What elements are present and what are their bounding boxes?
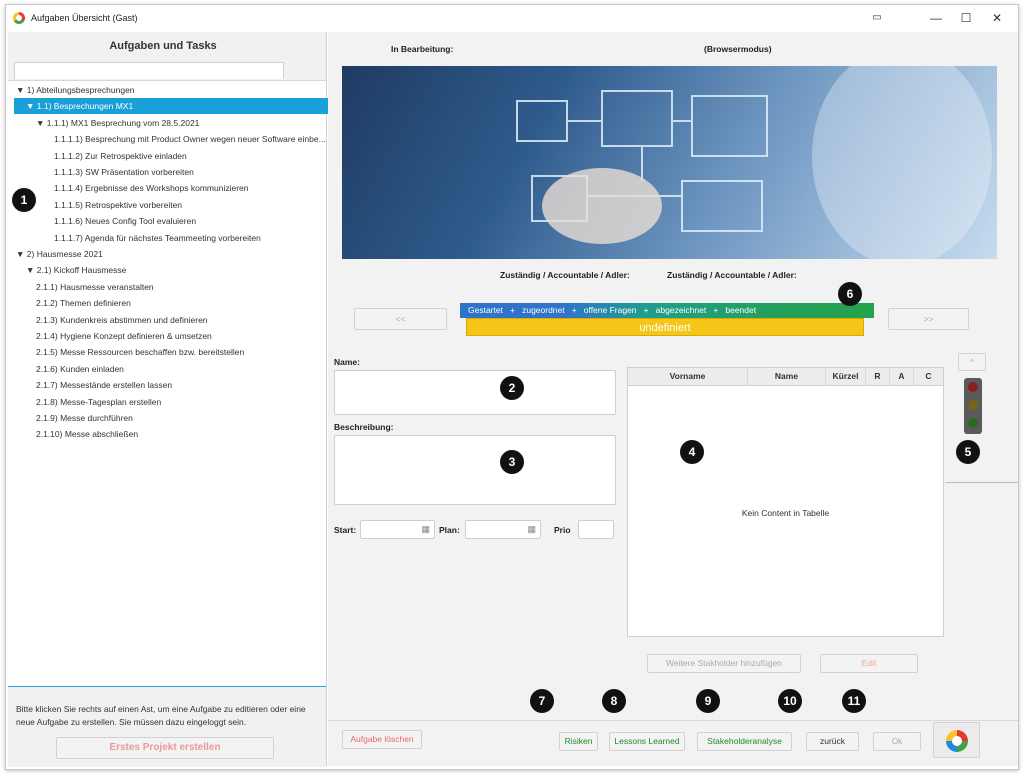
- callout-8: 8: [602, 689, 626, 713]
- tree-node[interactable]: 2.1.2) Themen definieren: [8, 295, 131, 311]
- app-logo-icon: [13, 12, 25, 24]
- status-steps: Gestartet + zugeordnet + offene Fragen +…: [460, 303, 874, 318]
- close-button[interactable]: ✕: [982, 9, 1012, 27]
- maximize-button[interactable]: ☐: [951, 9, 981, 27]
- tree-node[interactable]: 2.1.1) Hausmesse veranstalten: [8, 279, 154, 295]
- tree-node[interactable]: 2.1.6) Kunden einladen: [8, 361, 124, 377]
- tree-node[interactable]: ▼ 1.1.1) MX1 Besprechung vom 28.5.2021: [8, 115, 199, 131]
- header-banner-image: [342, 66, 997, 259]
- login-hint-text: Bitte klicken Sie rechts auf einen Ast, …: [16, 704, 306, 727]
- stakeholder-table-header: Vorname Name Kürzel R A C: [628, 368, 943, 386]
- callout-3: 3: [500, 450, 524, 474]
- tree-node[interactable]: ▼ 1) Abteilungsbesprechungen: [8, 82, 135, 98]
- red-lamp-icon: [968, 382, 978, 392]
- description-label: Beschreibung:: [334, 422, 394, 432]
- column-name[interactable]: Name: [748, 368, 826, 385]
- tree-node[interactable]: 1.1.1.2) Zur Retrospektive einladen: [8, 148, 187, 164]
- tree-node[interactable]: 1.1.1.4) Ergebnisse des Workshops kommun…: [8, 180, 249, 196]
- column-r[interactable]: R: [866, 368, 890, 385]
- description-field[interactable]: [334, 435, 616, 505]
- callout-7: 7: [530, 689, 554, 713]
- callout-11: 11: [842, 689, 866, 713]
- status-value: undefiniert: [466, 318, 864, 336]
- next-button[interactable]: >>: [888, 308, 969, 330]
- column-a[interactable]: A: [890, 368, 914, 385]
- tree-node[interactable]: ▼ 1.1) Besprechungen MX1: [14, 98, 336, 115]
- tree-node[interactable]: 2.1.10) Messe abschließen: [8, 426, 138, 442]
- previous-button[interactable]: <<: [354, 308, 447, 330]
- window-title: Aufgaben Übersicht (Gast): [31, 13, 138, 23]
- task-detail-panel: In Bearbeitung: (Browsermodus) Zuständig…: [328, 32, 1018, 766]
- callout-9: 9: [696, 689, 720, 713]
- plan-label: Plan:: [439, 525, 460, 535]
- tree-node[interactable]: 1.1.1.7) Agenda für nächstes Teammeeting…: [8, 230, 261, 246]
- back-button[interactable]: zurück: [806, 732, 859, 751]
- title-bar: Aufgaben Übersicht (Gast) ▭ — ☐ ✕: [6, 5, 1018, 31]
- tree-node[interactable]: 2.1.3) Kundenkreis abstimmen und definie…: [8, 312, 208, 328]
- logo-center: [952, 736, 962, 746]
- banner-illustration: [516, 66, 992, 259]
- callout-4: 4: [680, 440, 704, 464]
- column-kuerzel[interactable]: Kürzel: [826, 368, 866, 385]
- table-empty-message: Kein Content in Tabelle: [741, 508, 830, 518]
- callout-10: 10: [778, 689, 802, 713]
- traffic-light-indicator: [964, 378, 982, 434]
- restore-window-icon[interactable]: ▭: [862, 9, 892, 27]
- tree-node[interactable]: 2.1.5) Messe Ressourcen beschaffen bzw. …: [8, 344, 244, 360]
- yellow-lamp-icon: [968, 400, 978, 410]
- tree-node[interactable]: 1.1.1.3) SW Präsentation vorbereiten: [8, 164, 194, 180]
- prio-label: Prio: [554, 525, 571, 535]
- tree-node[interactable]: ▼ 2.1) Kickoff Hausmesse: [8, 262, 126, 278]
- in-progress-label: In Bearbeitung:: [391, 44, 454, 54]
- lessons-learned-button[interactable]: Lessons Learned: [609, 732, 685, 751]
- column-vorname[interactable]: Vorname: [628, 368, 748, 385]
- callout-6: 6: [838, 282, 862, 306]
- tree-node[interactable]: 1.1.1.1) Besprechung mit Product Owner w…: [8, 131, 326, 147]
- footer-divider: [328, 720, 1018, 721]
- column-c[interactable]: C: [914, 368, 943, 385]
- callout-5: 5: [956, 440, 980, 464]
- task-tree-footer: Bitte klicken Sie rechts auf einen Ast, …: [8, 686, 326, 767]
- tree-node[interactable]: 2.1.7) Messestände erstellen lassen: [8, 377, 172, 393]
- status-progress-bar[interactable]: Gestartet + zugeordnet + offene Fragen +…: [460, 303, 874, 339]
- callout-2: 2: [500, 376, 524, 400]
- tree-node[interactable]: 2.1.8) Messe-Tagesplan erstellen: [8, 394, 161, 410]
- task-tree-panel: Aufgaben und Tasks ▼ 1) Abteilungsbespre…: [8, 32, 336, 767]
- tree-node[interactable]: 1.1.1.6) Neues Config Tool evaluieren: [8, 213, 196, 229]
- tree-node[interactable]: ▼ 2) Hausmesse 2021: [8, 246, 103, 262]
- create-first-project-button[interactable]: Erstes Projekt erstellen: [56, 737, 274, 759]
- responsible-label-1: Zuständig / Accountable / Adler:: [500, 270, 630, 280]
- app-logo-button[interactable]: [933, 722, 980, 758]
- browser-mode-label: (Browsermodus): [704, 44, 772, 54]
- name-label: Name:: [334, 357, 360, 367]
- stakeholder-analysis-button[interactable]: Stakeholderanalyse: [697, 732, 792, 751]
- name-field[interactable]: [334, 370, 616, 415]
- calendar-icon[interactable]: ▦: [421, 524, 430, 535]
- minimize-button[interactable]: —: [921, 9, 951, 27]
- status-steps-text: Gestartet + zugeordnet + offene Fragen +…: [468, 305, 757, 315]
- edit-button[interactable]: Edit: [820, 654, 918, 673]
- callout-1: 1: [12, 188, 36, 212]
- tree-search-field[interactable]: [14, 62, 284, 79]
- calendar-icon[interactable]: ▦: [527, 524, 536, 535]
- tree-node[interactable]: 2.1.4) Hygiene Konzept definieren & umse…: [8, 328, 212, 344]
- green-lamp-icon: [968, 418, 978, 428]
- add-stakeholder-button[interactable]: Weitere Stakholder hinzufügen: [647, 654, 801, 673]
- risks-button[interactable]: Risiken: [559, 732, 598, 751]
- move-up-button[interactable]: ^: [958, 353, 986, 371]
- delete-task-button[interactable]: Aufgabe löschen: [342, 730, 422, 749]
- tree-node[interactable]: 2.1.9) Messe durchführen: [8, 410, 133, 426]
- responsible-label-2: Zuständig / Accountable / Adler:: [667, 270, 797, 280]
- start-date-field[interactable]: ▦: [360, 520, 435, 539]
- prio-field[interactable]: [578, 520, 614, 539]
- task-tree-heading: Aufgaben und Tasks: [109, 40, 217, 52]
- divider: [945, 482, 1018, 483]
- task-tree-header: Aufgaben und Tasks: [8, 32, 326, 81]
- plan-date-field[interactable]: ▦: [465, 520, 541, 539]
- ok-button[interactable]: Ok: [873, 732, 921, 751]
- start-label: Start:: [334, 525, 357, 535]
- stakeholder-table[interactable]: Vorname Name Kürzel R A C Kein Content i…: [627, 367, 944, 637]
